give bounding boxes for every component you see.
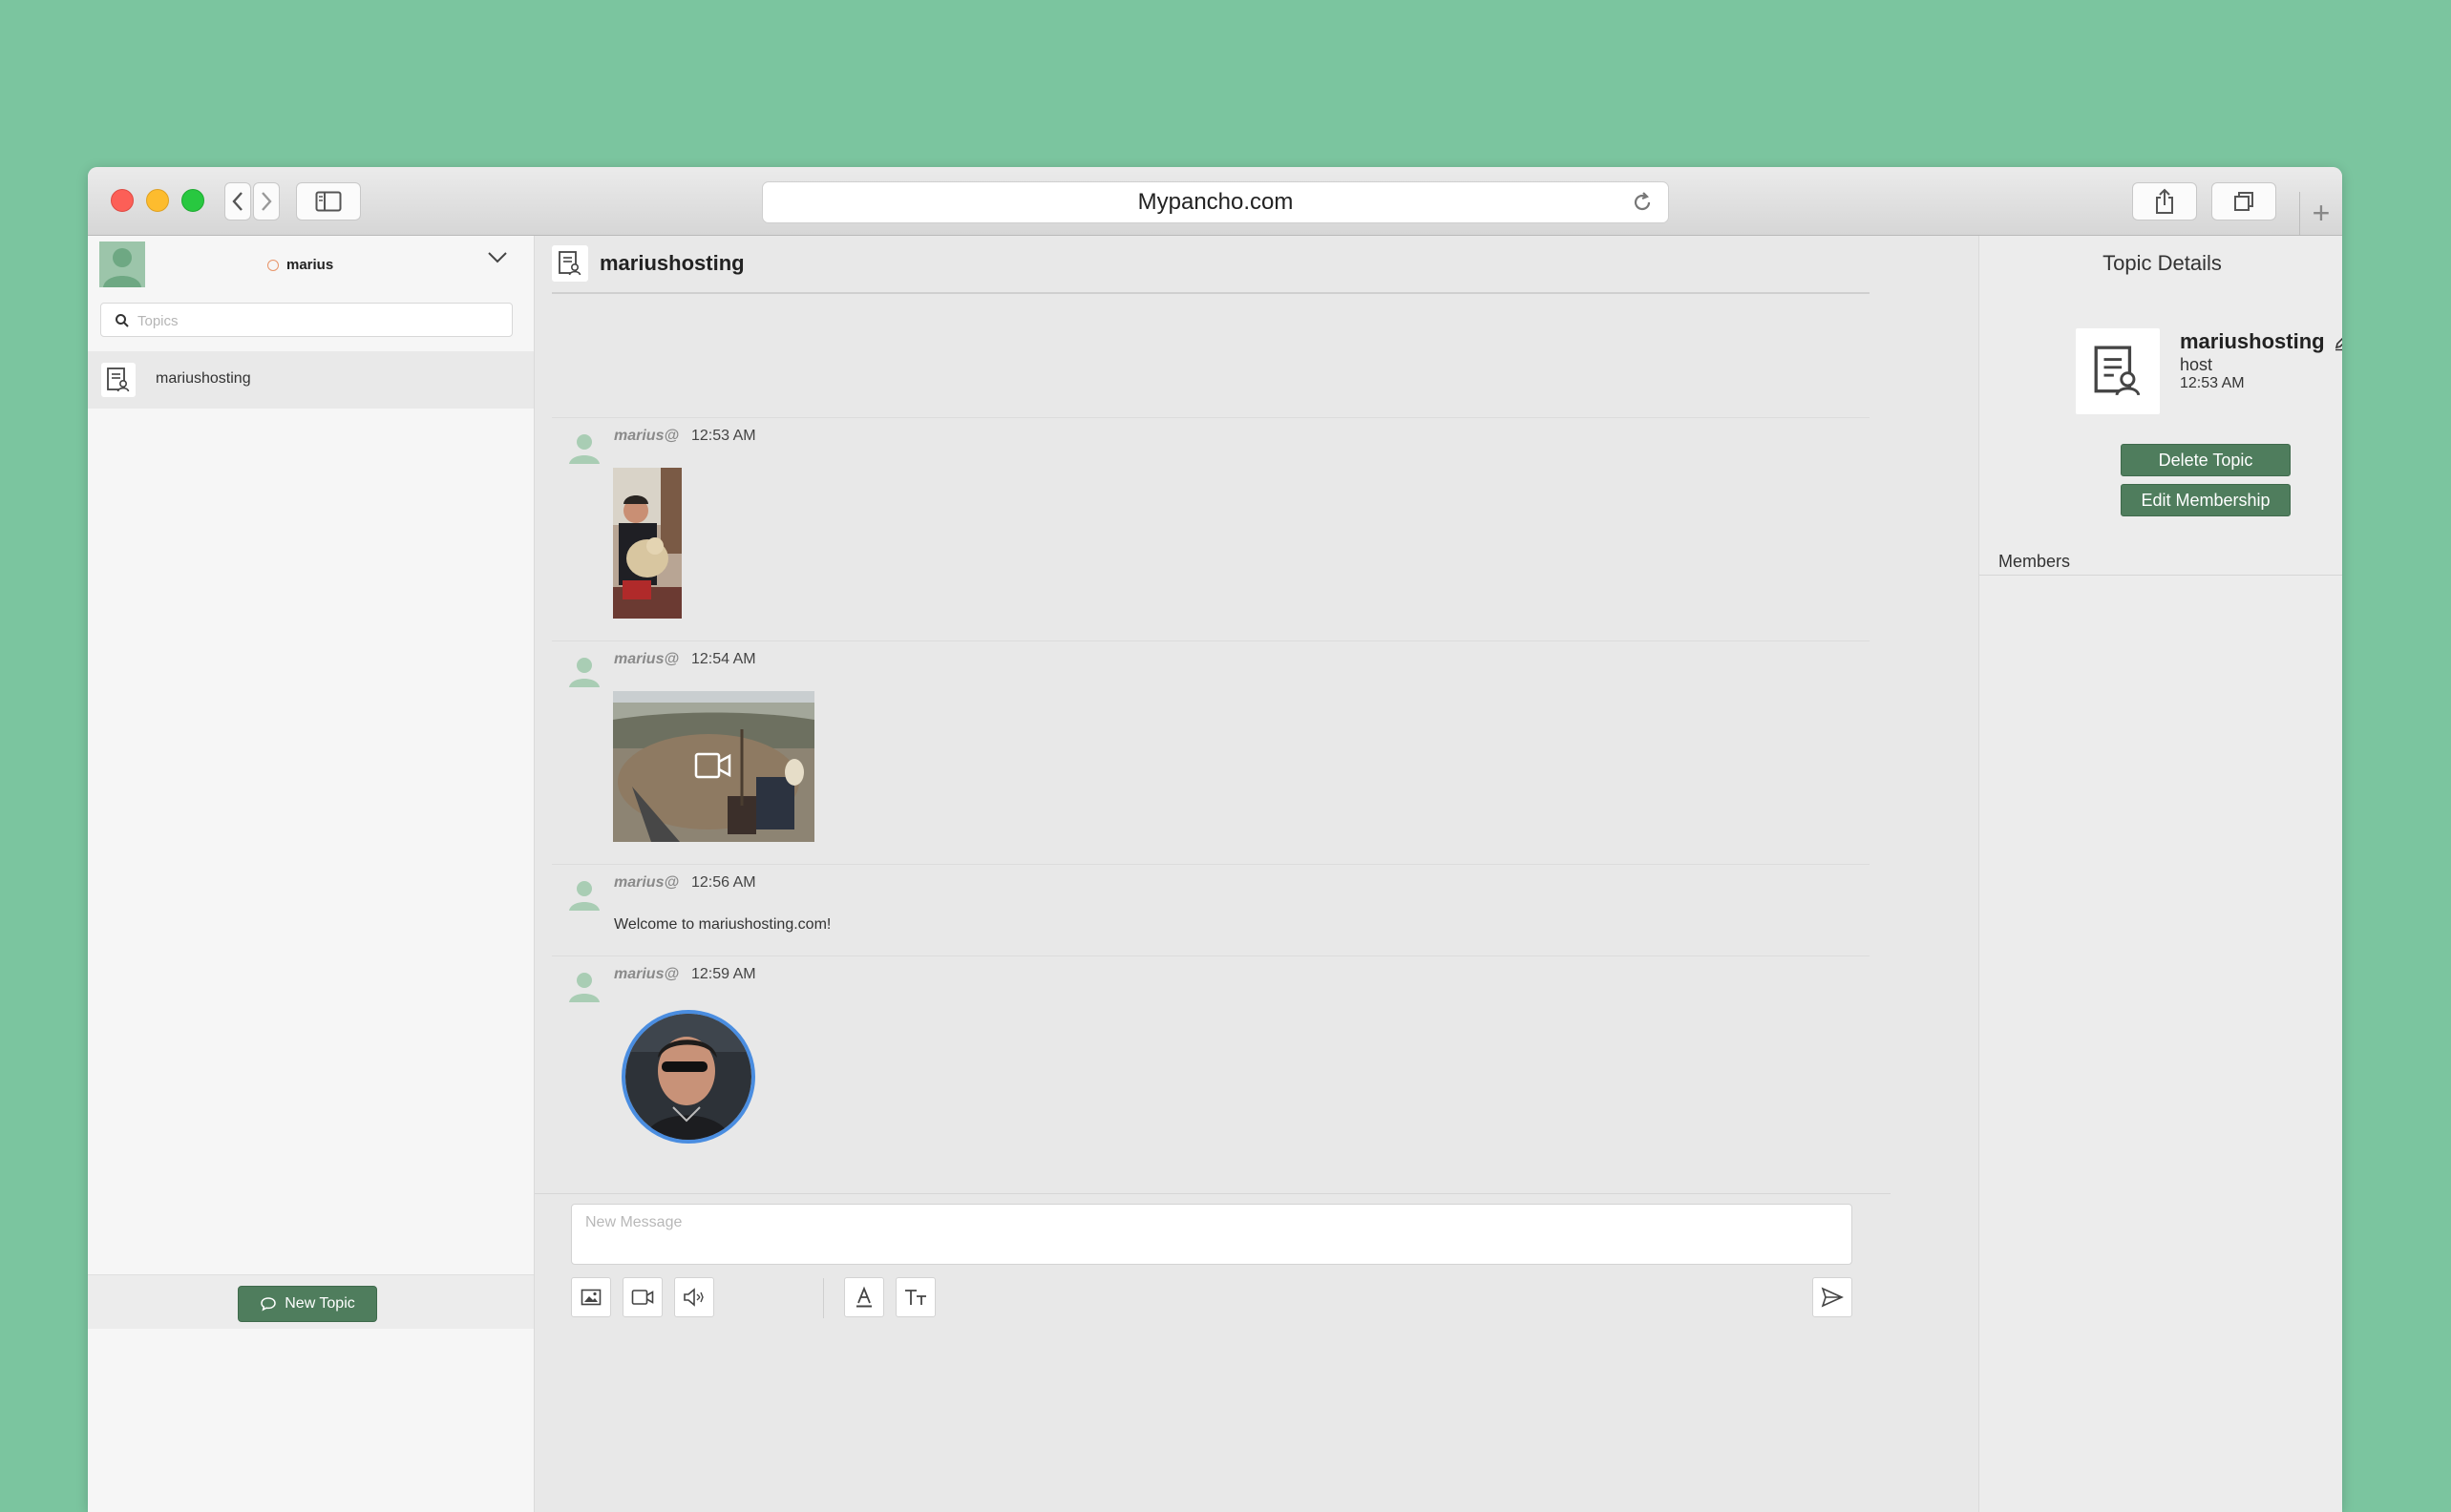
message-avatar xyxy=(567,876,602,911)
close-window-button[interactable] xyxy=(111,189,134,212)
toolbar-divider xyxy=(823,1278,824,1318)
divider xyxy=(1979,575,2342,576)
members-heading: Members xyxy=(1998,552,2071,571)
topic-icon xyxy=(101,363,136,397)
topic-icon xyxy=(552,245,588,282)
video-icon xyxy=(694,752,731,779)
new-topic-button[interactable]: New Topic xyxy=(238,1286,377,1322)
browser-window: Mypancho.com + marius Topics mariushosti… xyxy=(88,167,2342,1512)
send-icon xyxy=(1821,1287,1844,1308)
chat-title: mariushosting xyxy=(600,251,745,275)
edit-pencil-icon[interactable] xyxy=(2333,332,2342,351)
delete-topic-button[interactable]: Delete Topic xyxy=(2121,444,2291,476)
status-offline-icon xyxy=(267,259,279,271)
message-image[interactable] xyxy=(613,468,682,619)
send-button[interactable] xyxy=(1812,1277,1852,1317)
topic-avatar xyxy=(2076,328,2160,414)
user-name-label: marius xyxy=(286,257,334,273)
message-time: 12:56 AM xyxy=(691,874,756,891)
message-author: marius@ xyxy=(614,428,680,444)
chat-header: mariushosting xyxy=(552,236,1870,294)
message-input[interactable] xyxy=(571,1204,1852,1265)
back-button[interactable] xyxy=(224,182,251,220)
topic-role: host xyxy=(2180,355,2213,374)
text-format-button[interactable] xyxy=(844,1277,884,1317)
message-time: 12:59 AM xyxy=(691,966,756,982)
topic-name: mariushosting xyxy=(2180,329,2342,354)
share-button[interactable] xyxy=(2132,182,2197,220)
message-avatar xyxy=(567,653,602,687)
round-video-message[interactable] xyxy=(622,1010,755,1144)
new-tab-button[interactable]: + xyxy=(2299,192,2342,235)
message-item: marius@ 12:56 AM Welcome to mariushostin… xyxy=(552,864,1870,956)
message-video[interactable] xyxy=(613,691,814,842)
message-text: Welcome to mariushosting.com! xyxy=(614,916,832,933)
browser-toolbar: Mypancho.com + xyxy=(88,167,2342,236)
topic-created-time: 12:53 AM xyxy=(2180,375,2245,391)
sidebar-icon xyxy=(315,191,342,212)
user-avatar[interactable] xyxy=(99,242,145,287)
topic-label: mariushosting xyxy=(156,370,251,387)
forward-button[interactable] xyxy=(253,182,280,220)
message-author: marius@ xyxy=(614,966,680,982)
topic-list-item[interactable]: mariushosting xyxy=(88,351,534,409)
chevron-down-icon xyxy=(488,252,507,263)
attach-video-button[interactable] xyxy=(623,1277,663,1317)
reload-icon[interactable] xyxy=(1630,190,1655,221)
message-item: marius@ 12:59 AM xyxy=(552,956,1870,1186)
topic-icon xyxy=(2094,346,2141,396)
chevron-left-icon xyxy=(232,192,243,211)
topic-name-label: mariushosting xyxy=(2180,329,2325,353)
url-text: Mypancho.com xyxy=(1137,189,1294,215)
zoom-window-button[interactable] xyxy=(181,189,204,212)
text-color-icon xyxy=(856,1286,872,1308)
chat-bubble-icon xyxy=(261,1297,276,1312)
tabs-icon xyxy=(2234,192,2253,211)
minimize-window-button[interactable] xyxy=(146,189,169,212)
message-author: marius@ xyxy=(614,651,680,667)
record-audio-button[interactable] xyxy=(674,1277,714,1317)
image-icon xyxy=(581,1289,602,1306)
plus-icon: + xyxy=(2312,196,2331,230)
chat-main: mariushosting marius@ 12:53 AM marius@ 1… xyxy=(535,236,1978,1512)
message-item: marius@ 12:53 AM xyxy=(552,417,1870,640)
new-topic-label: New Topic xyxy=(285,1295,355,1312)
message-composer xyxy=(535,1193,1891,1512)
attach-image-button[interactable] xyxy=(571,1277,611,1317)
message-avatar xyxy=(567,430,602,464)
message-time: 12:53 AM xyxy=(691,428,756,444)
topic-details-panel: Topic Details mariushosting host 12:53 A… xyxy=(1978,236,2342,1512)
account-menu-button[interactable] xyxy=(487,251,508,269)
tabs-overview-button[interactable] xyxy=(2211,182,2276,220)
speaker-icon xyxy=(684,1288,704,1307)
topics-search[interactable] xyxy=(100,303,513,337)
chevron-right-icon xyxy=(262,192,272,211)
text-size-button[interactable] xyxy=(896,1277,936,1317)
message-time: 12:54 AM xyxy=(691,651,756,667)
left-sidebar: marius mariushosting New Topic xyxy=(88,236,535,1512)
search-icon xyxy=(116,314,129,327)
message-textarea[interactable] xyxy=(572,1205,1851,1264)
message-item: marius@ 12:54 AM xyxy=(552,640,1870,864)
sidebar-toggle-button[interactable] xyxy=(296,182,361,220)
message-author: marius@ xyxy=(614,874,680,891)
text-size-icon xyxy=(905,1290,926,1305)
user-name: marius xyxy=(267,257,333,273)
message-avatar xyxy=(567,968,602,1002)
topics-search-input[interactable] xyxy=(136,305,502,336)
edit-membership-button[interactable]: Edit Membership xyxy=(2121,484,2291,516)
share-icon xyxy=(2156,188,2173,214)
video-camera-icon xyxy=(631,1290,654,1305)
sidebar-footer: New Topic xyxy=(88,1274,534,1329)
panel-title: Topic Details xyxy=(2102,251,2222,275)
address-bar[interactable]: Mypancho.com xyxy=(762,181,1669,223)
user-header: marius xyxy=(88,236,534,293)
